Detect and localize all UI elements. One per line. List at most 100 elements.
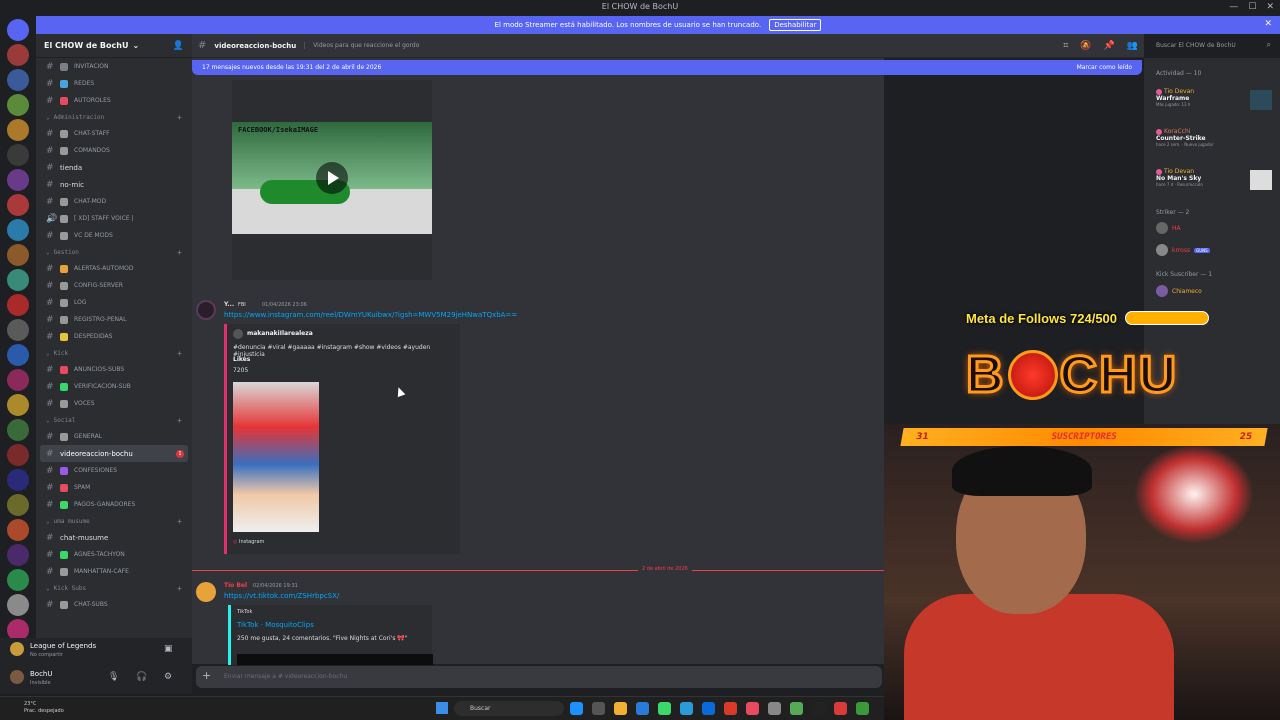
embed-image[interactable]	[233, 382, 319, 532]
embed-title[interactable]: TikTok · MosquitoClips	[237, 621, 314, 629]
channel-item[interactable]: # spam	[36, 479, 192, 496]
taskbar-app-icon[interactable]	[592, 702, 605, 715]
screen-share-icon[interactable]: ▣	[164, 644, 173, 654]
play-icon[interactable]	[316, 162, 348, 194]
embed-author[interactable]: makanakiIlarealeza	[247, 330, 313, 337]
channel-category[interactable]: ⌄ Kick Subs +	[36, 580, 192, 596]
taskbar-app-icon[interactable]	[636, 702, 649, 715]
add-member-icon[interactable]: 👤	[173, 41, 184, 51]
mark-read-button[interactable]: Marcar como leído	[1077, 64, 1132, 71]
server-icon[interactable]	[7, 569, 29, 591]
add-channel-icon[interactable]: +	[177, 517, 182, 526]
activity-item[interactable]: Tio Devan No Man's Sky hace 7 d · Resurr…	[1156, 168, 1276, 190]
message-link[interactable]: https://vt.tiktok.com/ZSHrbpcSX/	[224, 592, 339, 600]
server-header[interactable]: El CHOW de BochU ⌄ 👤	[36, 34, 192, 58]
taskbar-app-icon[interactable]	[724, 702, 737, 715]
video-embed[interactable]: FACEBOOK/IsekaIMAGE	[232, 80, 432, 280]
channel-category[interactable]: ⌄ Kick +	[36, 345, 192, 361]
message-link[interactable]: https://www.instagram.com/reel/DWmYUKuib…	[224, 311, 517, 319]
embed-video-preview[interactable]	[237, 654, 433, 665]
taskbar-app-icon[interactable]	[812, 702, 825, 715]
activity-item[interactable]: KoraCchi Counter-Strike hace 2 sem. · Nu…	[1156, 128, 1276, 147]
members-icon[interactable]: 👥	[1127, 41, 1138, 51]
channel-item[interactable]: # agnes-tachyon	[36, 546, 192, 563]
channel-item[interactable]: # vc de mods	[36, 227, 192, 244]
message-composer[interactable]: + Enviar mensaje a # videoreaccion-bochu	[196, 666, 882, 688]
close-icon[interactable]: ✕	[1266, 2, 1274, 12]
server-icon[interactable]	[7, 594, 29, 616]
server-icon[interactable]	[7, 494, 29, 516]
notification-icon[interactable]: 🔕	[1080, 41, 1091, 51]
taskbar-app-icon[interactable]	[570, 702, 583, 715]
channel-item[interactable]: # chat-musume	[36, 529, 192, 546]
close-icon[interactable]: ✕	[1264, 19, 1272, 29]
pin-icon[interactable]: 📌	[1104, 41, 1115, 51]
server-icon[interactable]	[7, 369, 29, 391]
taskbar-app-icon[interactable]	[614, 702, 627, 715]
channel-item[interactable]: # confesiones	[36, 462, 192, 479]
member-item[interactable]: krross GUNS	[1156, 244, 1210, 256]
new-messages-bar[interactable]: 17 mensajes nuevos desde las 19:31 del 2…	[192, 60, 1142, 75]
server-icon[interactable]	[7, 44, 29, 66]
server-icon[interactable]	[7, 94, 29, 116]
taskbar-app-icon[interactable]	[658, 702, 671, 715]
channel-item[interactable]: # registro-penal	[36, 311, 192, 328]
channel-item[interactable]: # comandos	[36, 142, 192, 159]
taskbar-app-icon[interactable]	[702, 702, 715, 715]
channel-item[interactable]: # redes	[36, 75, 192, 92]
gear-icon[interactable]: ⚙	[164, 672, 172, 682]
channel-item[interactable]: # videoreaccion-bochu 1	[40, 445, 188, 462]
weather-widget[interactable]: 23°C Prac. despejado	[24, 701, 64, 715]
headphones-icon[interactable]: 🎧	[136, 672, 147, 682]
server-icon[interactable]	[7, 544, 29, 566]
add-attachment-icon[interactable]: +	[202, 669, 211, 682]
disable-streamer-button[interactable]: Deshabilitar	[769, 19, 822, 31]
channel-item[interactable]: # voces	[36, 395, 192, 412]
server-icon[interactable]	[7, 144, 29, 166]
avatar[interactable]	[196, 300, 216, 320]
server-icon[interactable]	[7, 344, 29, 366]
channel-category[interactable]: ⌄ Social +	[36, 412, 192, 428]
channel-item[interactable]: # verificacion-sub	[36, 378, 192, 395]
channel-item[interactable]: # invitacion	[36, 58, 192, 75]
server-icon[interactable]	[7, 69, 29, 91]
channel-item[interactable]: # no-mic	[36, 176, 192, 193]
channel-item[interactable]: # chat-staff	[36, 125, 192, 142]
taskbar-app-icon[interactable]	[834, 702, 847, 715]
channel-category[interactable]: ⌄ Administracion +	[36, 109, 192, 125]
minimize-icon[interactable]: —	[1229, 2, 1238, 12]
channel-item[interactable]: # manhattan-cafe	[36, 563, 192, 580]
channel-item[interactable]: # alertas-automod	[36, 260, 192, 277]
server-icon[interactable]	[7, 419, 29, 441]
server-icon[interactable]	[7, 169, 29, 191]
server-icon[interactable]	[7, 244, 29, 266]
server-icon[interactable]	[7, 294, 29, 316]
server-icon[interactable]	[7, 444, 29, 466]
channel-category[interactable]: ⌄ Gestion +	[36, 244, 192, 260]
server-icon[interactable]	[7, 469, 29, 491]
search-input[interactable]: Buscar El CHOW de BochU ⌕	[1150, 37, 1276, 55]
author-name[interactable]: Y...	[224, 301, 234, 308]
server-icon[interactable]	[7, 269, 29, 291]
add-channel-icon[interactable]: +	[177, 584, 182, 593]
maximize-icon[interactable]: ☐	[1248, 2, 1256, 12]
channel-item[interactable]: # autoroles	[36, 92, 192, 109]
add-channel-icon[interactable]: +	[177, 416, 182, 425]
channel-item[interactable]: # log	[36, 294, 192, 311]
server-icon[interactable]	[7, 219, 29, 241]
server-icon[interactable]	[7, 194, 29, 216]
channel-item[interactable]: # chat-subs	[36, 596, 192, 613]
channel-item[interactable]: # despedidas	[36, 328, 192, 345]
channel-item[interactable]: # general	[36, 428, 192, 445]
author-name[interactable]: Tio Bel	[224, 582, 247, 589]
windows-start-icon[interactable]	[436, 702, 448, 714]
member-item[interactable]: HA	[1156, 222, 1181, 234]
taskbar-app-icon[interactable]	[768, 702, 781, 715]
channel-category[interactable]: ⌄ uma musume +	[36, 513, 192, 529]
channel-item[interactable]: # anuncios-subs	[36, 361, 192, 378]
server-icon[interactable]	[7, 119, 29, 141]
taskbar-app-icon[interactable]	[856, 702, 869, 715]
avatar[interactable]	[10, 670, 24, 684]
discord-home-icon[interactable]	[7, 19, 29, 41]
member-item[interactable]: Chiameco	[1156, 285, 1202, 297]
